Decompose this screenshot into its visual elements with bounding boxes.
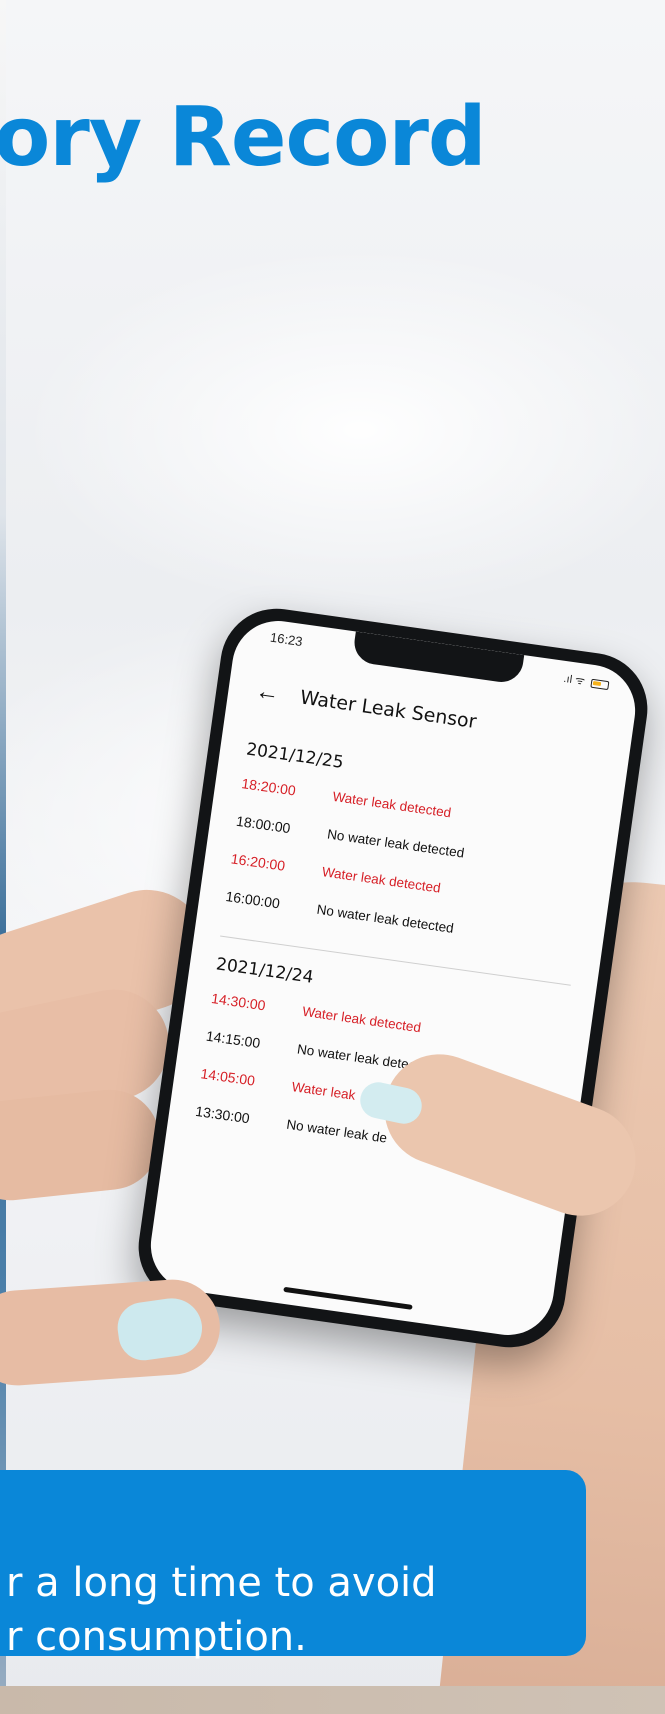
bottom-edge [0, 1686, 665, 1714]
record-time: 18:20:00 [240, 775, 297, 799]
record-status: Water leak detected [301, 1003, 422, 1036]
record-status: Water leak detected [331, 788, 453, 821]
back-button[interactable]: ← [251, 676, 285, 710]
battery-icon [590, 678, 610, 690]
page-title: Water Leak Sensor [298, 686, 478, 734]
day-group: 2021/12/25 18:20:00 Water leak detected … [222, 739, 599, 974]
banner-text: r a long time to avoid r consumption. [6, 1556, 566, 1664]
phone-screen: 16:23 .ıl ᯤ ← Water Leak Sensor 2021/12/… [144, 615, 642, 1341]
left-edge-strip [0, 0, 6, 1714]
phone-notch [351, 631, 525, 685]
headline: ory Record [0, 90, 487, 185]
status-time: 16:23 [269, 629, 304, 650]
banner-line-1: r a long time to avoid [6, 1560, 437, 1606]
banner-line-2: r consumption. [6, 1614, 307, 1660]
signal-wifi-icon: .ıl ᯤ [562, 672, 586, 688]
arrow-left-icon: ← [253, 677, 282, 708]
home-indicator[interactable] [283, 1286, 413, 1310]
record-time: 14:30:00 [210, 990, 267, 1014]
status-icons: .ıl ᯤ [563, 671, 610, 692]
